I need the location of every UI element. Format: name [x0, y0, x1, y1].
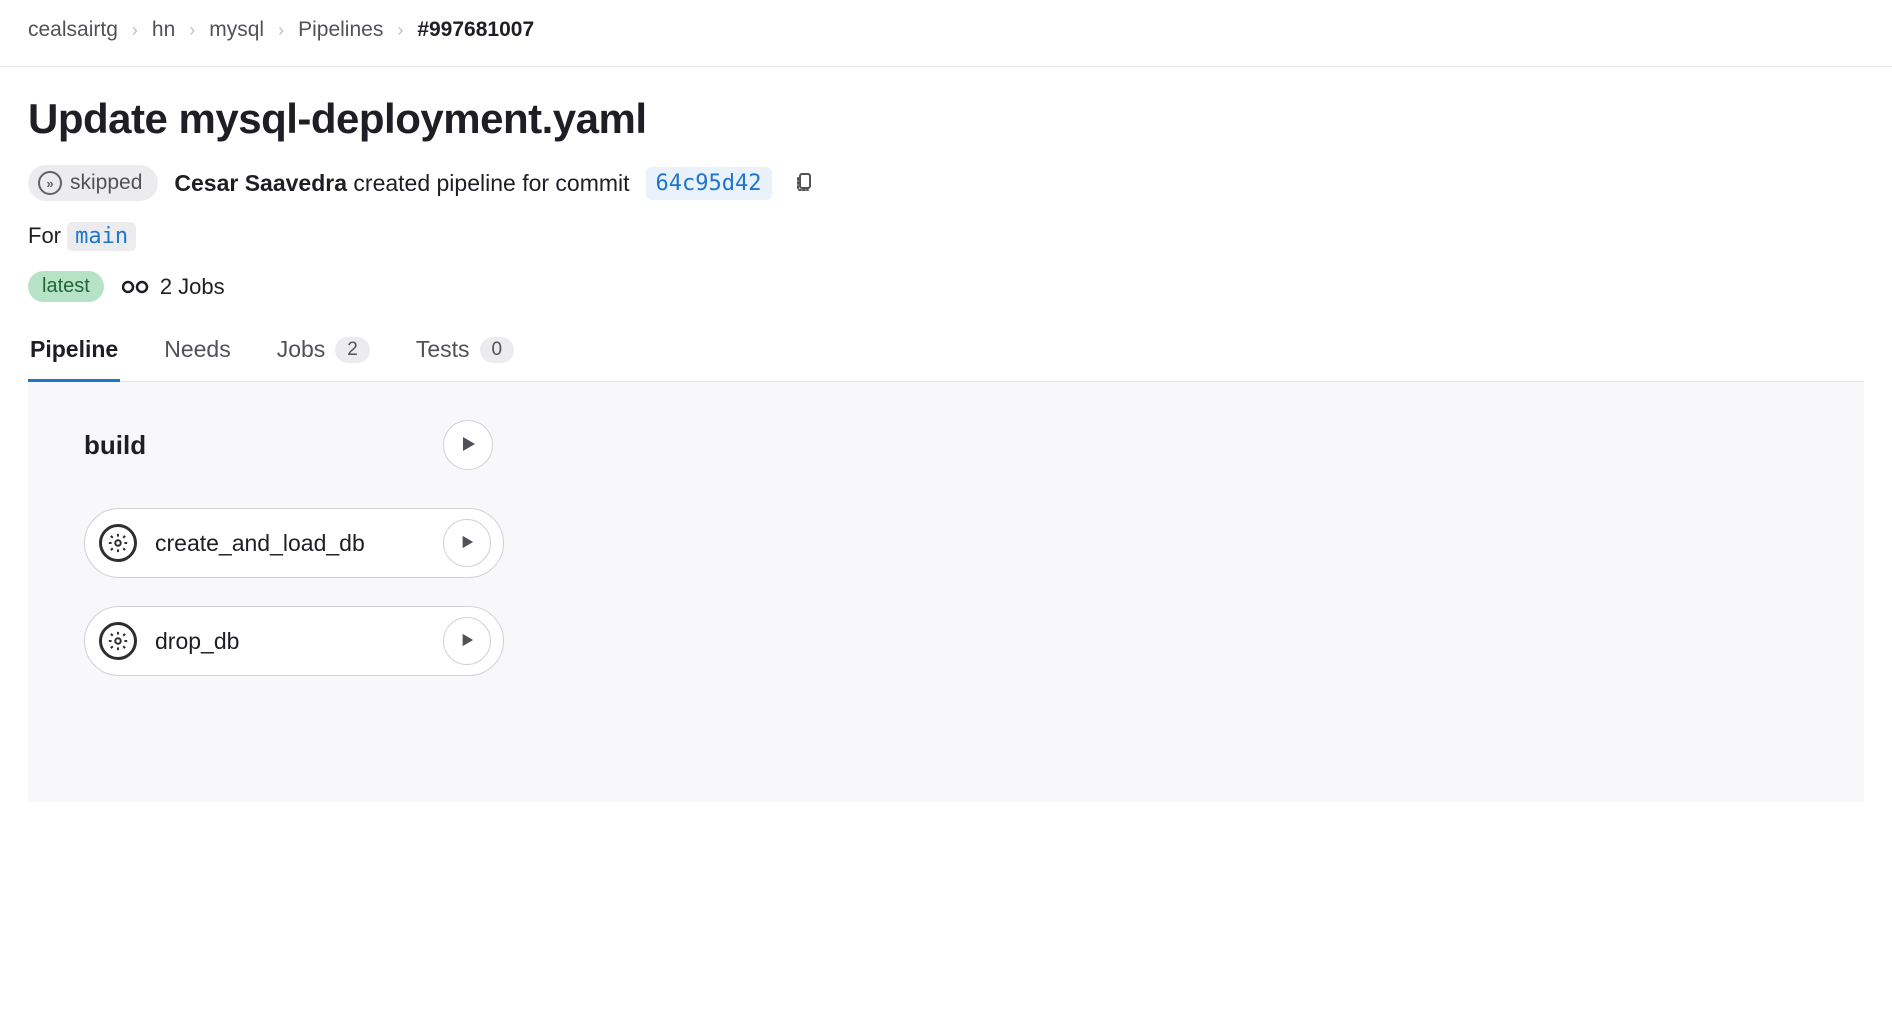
latest-badge: latest: [28, 271, 104, 302]
jobs-count: 2 Jobs: [122, 274, 225, 300]
chevron-right-icon: ›: [132, 20, 138, 41]
job-pill[interactable]: drop_db: [84, 606, 504, 676]
tab-pipeline[interactable]: Pipeline: [28, 336, 120, 382]
job-name: create_and_load_db: [155, 530, 425, 557]
manual-job-icon: [99, 524, 137, 562]
page-title: Update mysql-deployment.yaml: [28, 95, 1864, 143]
tab-tests[interactable]: Tests 0: [414, 336, 516, 382]
play-icon: [460, 436, 476, 455]
status-badge[interactable]: » skipped: [28, 165, 158, 201]
breadcrumb: cealsairtg › hn › mysql › Pipelines › #9…: [0, 0, 1892, 67]
manual-job-icon: [99, 622, 137, 660]
pipeline-meta: » skipped Cesar Saavedra created pipelin…: [28, 165, 1864, 201]
stage-name[interactable]: build: [84, 430, 419, 461]
job-name: drop_db: [155, 628, 425, 655]
pipeline-info-row: latest 2 Jobs: [28, 271, 1864, 302]
skipped-icon: »: [38, 171, 62, 195]
job-pill[interactable]: create_and_load_db: [84, 508, 504, 578]
tab-needs[interactable]: Needs: [162, 336, 232, 382]
pipeline-author-text: Cesar Saavedra created pipeline for comm…: [174, 170, 629, 197]
breadcrumb-item[interactable]: mysql: [209, 18, 264, 42]
branch-row: For main: [28, 223, 1864, 249]
author-name[interactable]: Cesar Saavedra: [174, 170, 347, 196]
stage-header: build: [84, 420, 1808, 470]
chevron-right-icon: ›: [397, 20, 403, 41]
play-icon: [460, 633, 474, 650]
branch-link[interactable]: main: [67, 222, 136, 251]
tab-jobs[interactable]: Jobs 2: [275, 336, 372, 382]
tab-count: 0: [480, 337, 515, 363]
stages-icon: [122, 276, 150, 298]
run-job-button[interactable]: [443, 519, 491, 567]
status-label: skipped: [70, 171, 142, 195]
tabs: Pipeline Needs Jobs 2 Tests 0: [28, 336, 1864, 382]
run-stage-button[interactable]: [443, 420, 493, 470]
clipboard-icon: [792, 170, 816, 197]
chevron-right-icon: ›: [189, 20, 195, 41]
pipeline-graph: build create_and_load_db drop_db: [28, 382, 1864, 802]
breadcrumb-item[interactable]: Pipelines: [298, 18, 383, 42]
tab-count: 2: [335, 337, 370, 363]
copy-commit-button[interactable]: [788, 166, 820, 201]
play-icon: [460, 535, 474, 552]
breadcrumb-current: #997681007: [417, 18, 534, 42]
chevron-right-icon: ›: [278, 20, 284, 41]
commit-link[interactable]: 64c95d42: [646, 167, 772, 200]
breadcrumb-item[interactable]: cealsairtg: [28, 18, 118, 42]
breadcrumb-item[interactable]: hn: [152, 18, 175, 42]
run-job-button[interactable]: [443, 617, 491, 665]
